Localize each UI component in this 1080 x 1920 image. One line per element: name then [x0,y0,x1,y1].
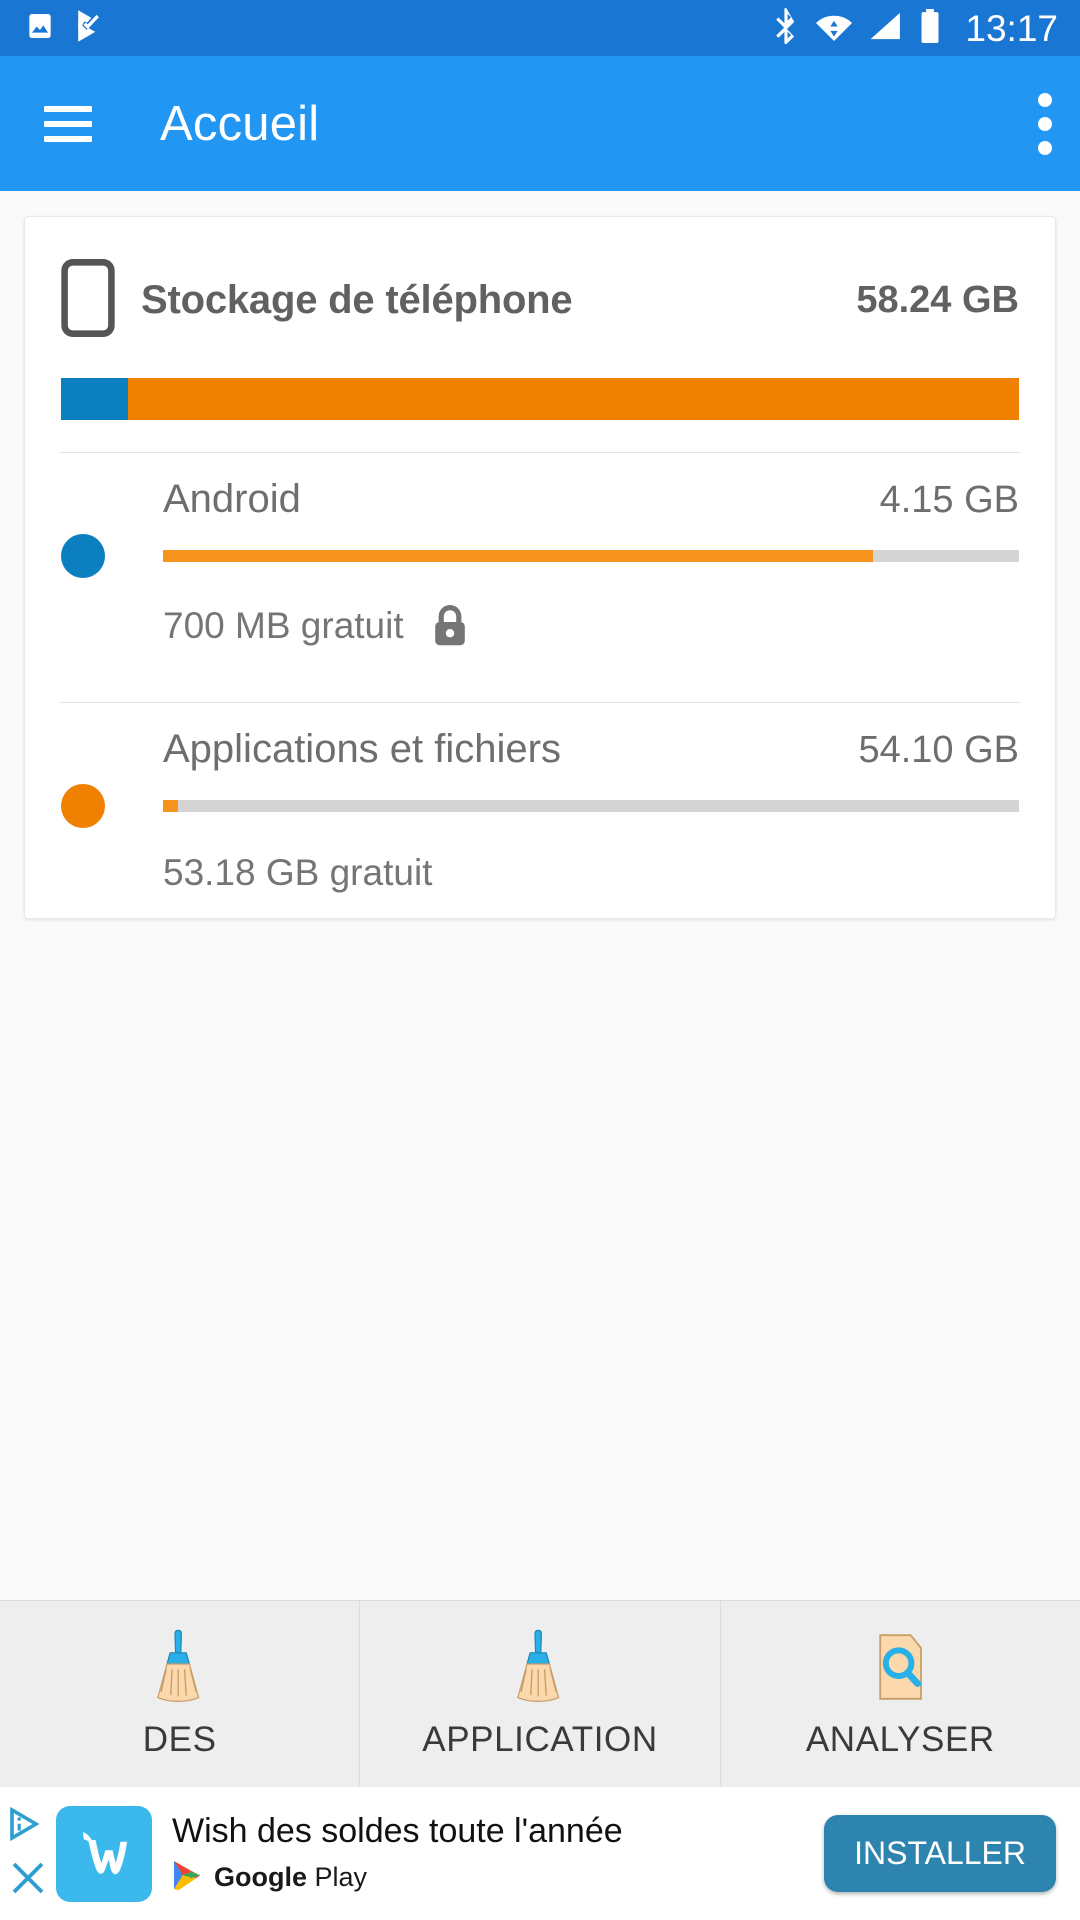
lock-icon [430,602,470,650]
play-text: Play [307,1861,368,1892]
wifi-icon [815,11,853,46]
storage-row-size: 4.15 GB [879,479,1019,521]
ad-app-icon[interactable] [56,1805,152,1902]
broom-icon [143,1628,217,1706]
bluetooth-icon [773,7,799,50]
storage-row-free-text: 700 MB gratuit [163,605,404,646]
storage-card-title: Stockage de téléphone [141,278,573,322]
storage-row-apps-files[interactable]: Applications et fichiers 54.10 GB 53.18 … [25,703,1055,914]
battery-icon [919,8,941,48]
storage-row-bar-line [61,534,1019,578]
install-button[interactable]: INSTALLER [824,1815,1056,1892]
storage-row-bar-line [61,784,1019,828]
storage-row-name: Applications et fichiers [163,727,561,771]
bottom-tab-bar: DES APPLICATION ANALYSER [0,1600,1080,1786]
ad-info-icon[interactable] [8,1806,48,1846]
status-bar-right-icons: 13:17 [773,7,1058,50]
broom-icon [503,1628,577,1706]
legend-dot-android [61,534,105,578]
storage-row-free-text: 53.18 GB gratuit [163,852,433,893]
storage-card[interactable]: Stockage de téléphone 58.24 GB Android 4… [24,216,1056,919]
page-title: Accueil [160,96,320,151]
tab-label: APPLICATION [422,1719,658,1759]
file-search-icon [863,1628,937,1706]
storage-row-progress [163,550,1019,562]
ad-title: Wish des soldes toute l'année [172,1811,623,1850]
ad-close-icon[interactable] [10,1860,46,1901]
ad-banner[interactable]: Wish des soldes toute l'année Google Pla… [0,1786,1080,1920]
storage-row-android[interactable]: Android 4.15 GB 700 MB gratuit [25,453,1055,670]
play-protect-icon [74,9,106,48]
storage-row-free-line: 700 MB gratuit [61,602,1019,650]
storage-row-progress [163,800,1019,812]
image-icon [24,10,56,47]
tab-application[interactable]: APPLICATION [359,1601,719,1786]
status-bar: 13:17 [0,0,1080,56]
hamburger-menu-icon[interactable] [44,105,92,142]
ad-body: Wish des soldes toute l'année Google Pla… [172,1812,623,1896]
ad-store: Google Play [172,1859,623,1896]
tab-analyser[interactable]: ANALYSER [719,1601,1080,1786]
storage-card-header: Stockage de téléphone 58.24 GB [25,217,1055,342]
status-bar-left-icons [24,9,106,48]
storage-row-header: Applications et fichiers 54.10 GB [61,727,1019,772]
status-bar-clock: 13:17 [965,7,1058,49]
ad-store-name: Google Play [214,1862,367,1893]
ad-side-controls [0,1806,56,1901]
storage-total-bar [61,378,1019,420]
cellular-signal-icon [869,11,903,46]
phone-icon [61,259,115,342]
app-bar: Accueil [0,56,1080,191]
google-play-icon [172,1859,202,1896]
app-root: 13:17 Accueil Stockage de téléphone 58.2… [0,0,1080,1920]
storage-row-size: 54.10 GB [858,729,1019,771]
tab-label: ANALYSER [805,1719,995,1759]
storage-card-total: 58.24 GB [856,279,1019,321]
storage-row-progress-fill [163,800,178,812]
total-bar-segment-android [61,378,129,420]
google-text: Google [214,1861,307,1892]
storage-row-free-line: 53.18 GB gratuit [61,852,1019,894]
storage-row-name: Android [163,477,301,521]
storage-row-progress-fill [163,550,874,562]
total-bar-segment-apps [128,378,1019,420]
tab-des[interactable]: DES [0,1601,359,1786]
legend-dot-apps-files [61,784,105,828]
storage-row-header: Android 4.15 GB [61,477,1019,522]
tab-label: DES [142,1719,217,1759]
overflow-menu-icon[interactable] [1032,87,1052,161]
main-content: Stockage de téléphone 58.24 GB Android 4… [0,191,1080,1600]
